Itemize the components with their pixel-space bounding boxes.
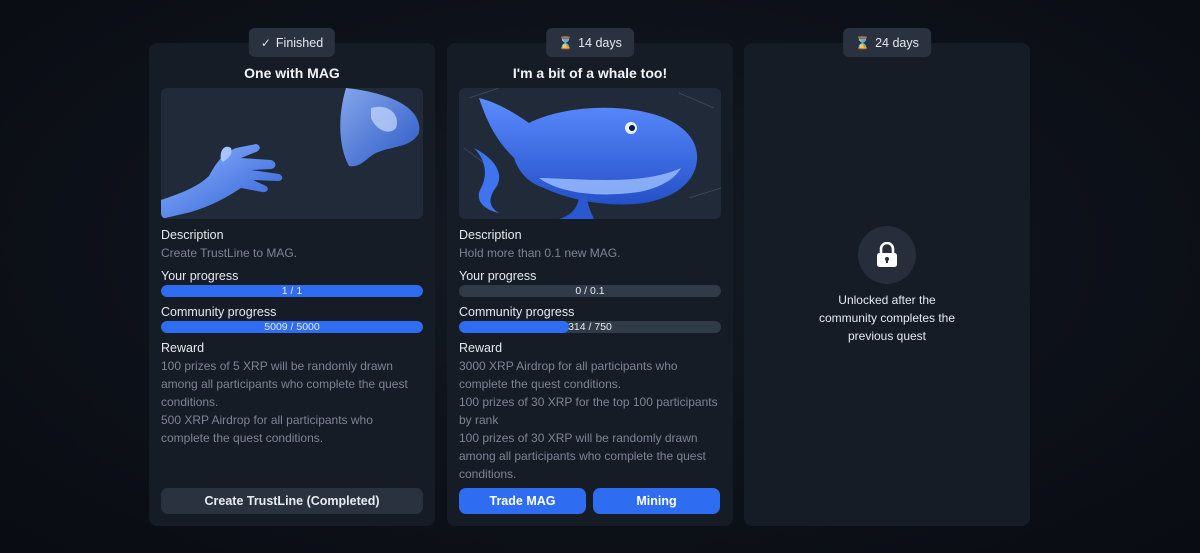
status-badge-time-left: ⌛ 14 days <box>546 28 634 57</box>
description-text: Create TrustLine to MAG. <box>161 246 298 260</box>
mining-button[interactable]: Mining <box>593 488 720 514</box>
trade-mag-button[interactable]: Trade MAG <box>459 488 586 514</box>
lock-icon <box>858 226 916 284</box>
reward-text: 3000 XRP Airdrop for all participants wh… <box>459 357 721 483</box>
community-progress-label: Community progress <box>161 305 277 319</box>
your-progress-bar: 0 / 0.1 <box>459 285 721 297</box>
status-badge-label: 14 days <box>578 35 622 50</box>
status-badge-time-left: ⌛ 24 days <box>843 28 931 57</box>
status-badge-label: Finished <box>275 35 324 50</box>
create-trustline-button[interactable]: Create TrustLine (Completed) <box>161 488 423 514</box>
your-progress-value: 0 / 0.1 <box>575 285 605 297</box>
quest-card-locked: ⌛ 24 days Unlocked after the community c… <box>744 28 1030 526</box>
quest-card-one-with-mag: ✓ Finished One with MAG Description Crea… <box>149 28 435 526</box>
check-icon: ✓ <box>260 35 271 50</box>
description-label: Description <box>161 228 224 242</box>
your-progress-label: Your progress <box>161 269 239 283</box>
locked-message: Unlocked after the community completes t… <box>784 291 990 345</box>
reward-line: complete the quest conditions. <box>459 377 622 391</box>
reward-label: Reward <box>459 341 503 355</box>
your-progress-bar: 1 / 1 <box>161 285 423 297</box>
community-progress-value: 5009 / 5000 <box>264 321 320 333</box>
community-progress-bar: 5009 / 5000 <box>161 321 423 333</box>
your-progress-value: 1 / 1 <box>281 285 303 297</box>
reward-line: 500 XRP Airdrop for all participants who <box>161 413 373 427</box>
community-progress-value: 314 / 750 <box>568 321 612 333</box>
reward-line: 100 prizes of 30 XRP will be randomly dr… <box>459 431 698 445</box>
description-text: Hold more than 0.1 new MAG. <box>459 246 621 260</box>
reward-label: Reward <box>161 341 205 355</box>
reward-line: conditions. <box>161 395 219 409</box>
reward-line: complete the quest conditions. <box>161 431 324 445</box>
hourglass-icon: ⌛ <box>855 35 871 50</box>
quest-title: I'm a bit of a whale too! <box>512 65 668 81</box>
locked-message-line: community completes the <box>818 311 956 325</box>
quest-title: One with MAG <box>244 65 340 81</box>
quest-card-whale: ⌛ 14 days I'm a bit of a whale too! Desc… <box>447 28 733 526</box>
community-progress-label: Community progress <box>459 305 575 319</box>
reward-line: among all participants who complete the … <box>459 449 706 463</box>
your-progress-label: Your progress <box>459 269 537 283</box>
reward-line: 3000 XRP Airdrop for all participants wh… <box>459 359 678 373</box>
quest-artwork-whale <box>459 88 721 219</box>
reward-line: by rank <box>459 413 499 427</box>
reward-line: 100 prizes of 5 XRP will be randomly dra… <box>161 359 393 373</box>
community-progress-bar: 314 / 750 <box>459 321 721 333</box>
locked-message-line: Unlocked after the <box>838 293 936 307</box>
locked-message-line: previous quest <box>847 329 927 343</box>
reward-text: 100 prizes of 5 XRP will be randomly dra… <box>161 357 423 447</box>
status-badge-finished: ✓ Finished <box>248 28 336 57</box>
quest-artwork-hand <box>161 88 423 219</box>
hourglass-icon: ⌛ <box>558 35 574 50</box>
description-label: Description <box>459 228 522 242</box>
reward-line: 100 prizes of 30 XRP for the top 100 par… <box>459 395 718 409</box>
reward-line: among all participants who complete the … <box>161 377 408 391</box>
status-badge-label: 24 days <box>875 35 919 50</box>
reward-line: conditions. <box>459 467 517 481</box>
